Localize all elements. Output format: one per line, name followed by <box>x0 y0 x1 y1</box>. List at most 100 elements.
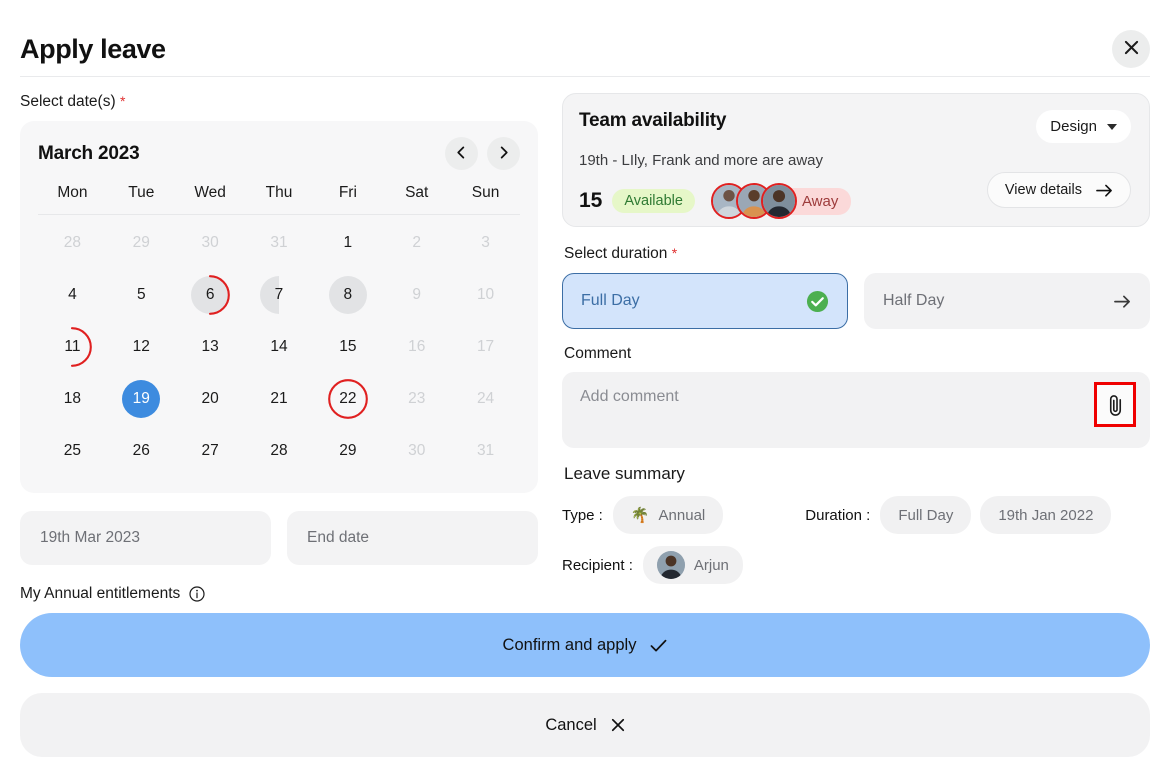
duration-option-half-day[interactable]: Half Day <box>864 273 1150 329</box>
calendar-day-cell: 14 <box>260 328 298 366</box>
calendar-weekday: Mon <box>38 184 107 214</box>
calendar-day-26[interactable]: 26 <box>107 427 176 475</box>
duration-option-label: Half Day <box>883 292 944 310</box>
calendar-day-cell: 24 <box>467 380 505 418</box>
comment-input[interactable] <box>562 372 1150 448</box>
calendar-day-22[interactable]: 22 <box>313 375 382 423</box>
modal-body: Select date(s) * March 2023 <box>18 77 1152 603</box>
calendar-day-number: 19 <box>133 390 150 408</box>
department-dropdown[interactable]: Design <box>1036 110 1131 143</box>
confirm-and-apply-button[interactable]: Confirm and apply <box>20 613 1150 677</box>
calendar-day-13[interactable]: 13 <box>176 323 245 371</box>
calendar-day-19[interactable]: 19 <box>107 375 176 423</box>
right-column: Team availability Design 19th - LIly, Fr… <box>562 93 1150 603</box>
calendar-day-number: 7 <box>275 286 284 304</box>
duration-option-full-day[interactable]: Full Day <box>562 273 848 329</box>
away-avatar-stack[interactable]: Away <box>711 183 851 219</box>
calendar-day-number: 6 <box>206 286 215 304</box>
end-date-input[interactable] <box>287 511 538 565</box>
calendar-day-cell: 9 <box>398 276 436 314</box>
calendar-day-number: 12 <box>133 338 150 356</box>
calendar-day-28: 28 <box>38 219 107 267</box>
calendar-day-cell: 21 <box>260 380 298 418</box>
calendar-header: March 2023 <box>38 137 520 170</box>
leave-type-chip[interactable]: 🌴 Annual <box>613 496 723 534</box>
calendar-day-28[interactable]: 28 <box>245 427 314 475</box>
calendar-next-button[interactable] <box>487 137 520 170</box>
team-availability-card: Team availability Design 19th - LIly, Fr… <box>562 93 1150 227</box>
calendar-day-number: 23 <box>408 390 425 408</box>
select-duration-label: Select duration * <box>564 245 1150 263</box>
calendar-day-cell: 10 <box>467 276 505 314</box>
calendar-day-number: 8 <box>344 286 353 304</box>
calendar-divider <box>38 214 520 215</box>
calendar-day-7[interactable]: 7 <box>245 271 314 319</box>
start-date-input[interactable] <box>20 511 271 565</box>
calendar-day-14[interactable]: 14 <box>245 323 314 371</box>
summary-date-chip: 19th Jan 2022 <box>980 496 1111 534</box>
calendar-day-cell: 17 <box>467 328 505 366</box>
calendar-day-10: 10 <box>451 271 520 319</box>
calendar-weekday: Wed <box>176 184 245 214</box>
view-details-button[interactable]: View details <box>987 172 1131 208</box>
calendar-day-3: 3 <box>451 219 520 267</box>
calendar-day-number: 27 <box>202 442 219 460</box>
attach-file-button[interactable] <box>1094 382 1136 427</box>
cancel-button[interactable]: Cancel <box>20 693 1150 757</box>
chevron-right-icon <box>497 146 510 162</box>
calendar-grid: 2829303112345678910111213141516171819202… <box>38 219 520 475</box>
calendar-day-12[interactable]: 12 <box>107 323 176 371</box>
cancel-label: Cancel <box>545 716 596 735</box>
calendar-day-20[interactable]: 20 <box>176 375 245 423</box>
calendar-day-11[interactable]: 11 <box>38 323 107 371</box>
calendar-day-8[interactable]: 8 <box>313 271 382 319</box>
calendar-day-18[interactable]: 18 <box>38 375 107 423</box>
calendar-day-number: 2 <box>412 234 421 252</box>
calendar-day-cell: 15 <box>329 328 367 366</box>
team-card-top: Team availability Design <box>579 110 1131 143</box>
calendar-day-27[interactable]: 27 <box>176 427 245 475</box>
calendar-day-cell: 23 <box>398 380 436 418</box>
recipient-name: Arjun <box>694 557 729 574</box>
close-modal-button[interactable] <box>1112 30 1150 68</box>
calendar-day-6[interactable]: 6 <box>176 271 245 319</box>
summary-duration-chip: Full Day <box>880 496 971 534</box>
calendar-weekday: Thu <box>245 184 314 214</box>
entitlements-row[interactable]: My Annual entitlements <box>20 585 538 603</box>
calendar-day-4[interactable]: 4 <box>38 271 107 319</box>
calendar-day-cell: 26 <box>122 432 160 470</box>
recipient-chip[interactable]: Arjun <box>643 546 743 584</box>
calendar-day-number: 29 <box>133 234 150 252</box>
calendar-day-cell: 6 <box>191 276 229 314</box>
calendar-day-1[interactable]: 1 <box>313 219 382 267</box>
calendar-day-25[interactable]: 25 <box>38 427 107 475</box>
arrow-right-icon <box>1114 295 1131 308</box>
chevron-left-icon <box>455 146 468 162</box>
calendar-day-number: 5 <box>137 286 146 304</box>
leave-summary-title: Leave summary <box>564 464 1150 484</box>
calendar-prev-button[interactable] <box>445 137 478 170</box>
calendar-weekday: Sat <box>382 184 451 214</box>
calendar-day-29[interactable]: 29 <box>313 427 382 475</box>
calendar-day-number: 14 <box>270 338 287 356</box>
calendar-week-row: 11 12 13 14 15 16 17 <box>38 323 520 371</box>
calendar-day-cell: 5 <box>122 276 160 314</box>
calendar-day-15[interactable]: 15 <box>313 323 382 371</box>
calendar-day-cell: 16 <box>398 328 436 366</box>
info-icon[interactable] <box>189 586 205 602</box>
calendar-day-2: 2 <box>382 219 451 267</box>
calendar-day-number: 3 <box>481 234 490 252</box>
comment-label: Comment <box>564 345 1150 363</box>
calendar-day-cell: 31 <box>467 432 505 470</box>
calendar-day-cell: 3 <box>467 224 505 262</box>
calendar-day-number: 31 <box>477 442 494 460</box>
calendar-day-cell: 13 <box>191 328 229 366</box>
check-circle-icon <box>806 290 829 313</box>
calendar-day-number: 16 <box>408 338 425 356</box>
avatar[interactable] <box>761 183 797 219</box>
calendar-day-5[interactable]: 5 <box>107 271 176 319</box>
calendar-day-21[interactable]: 21 <box>245 375 314 423</box>
calendar-day-16: 16 <box>382 323 451 371</box>
calendar-day-cell: 22 <box>329 380 367 418</box>
calendar-week-row: 4 5 6 7 8 9 10 <box>38 271 520 319</box>
